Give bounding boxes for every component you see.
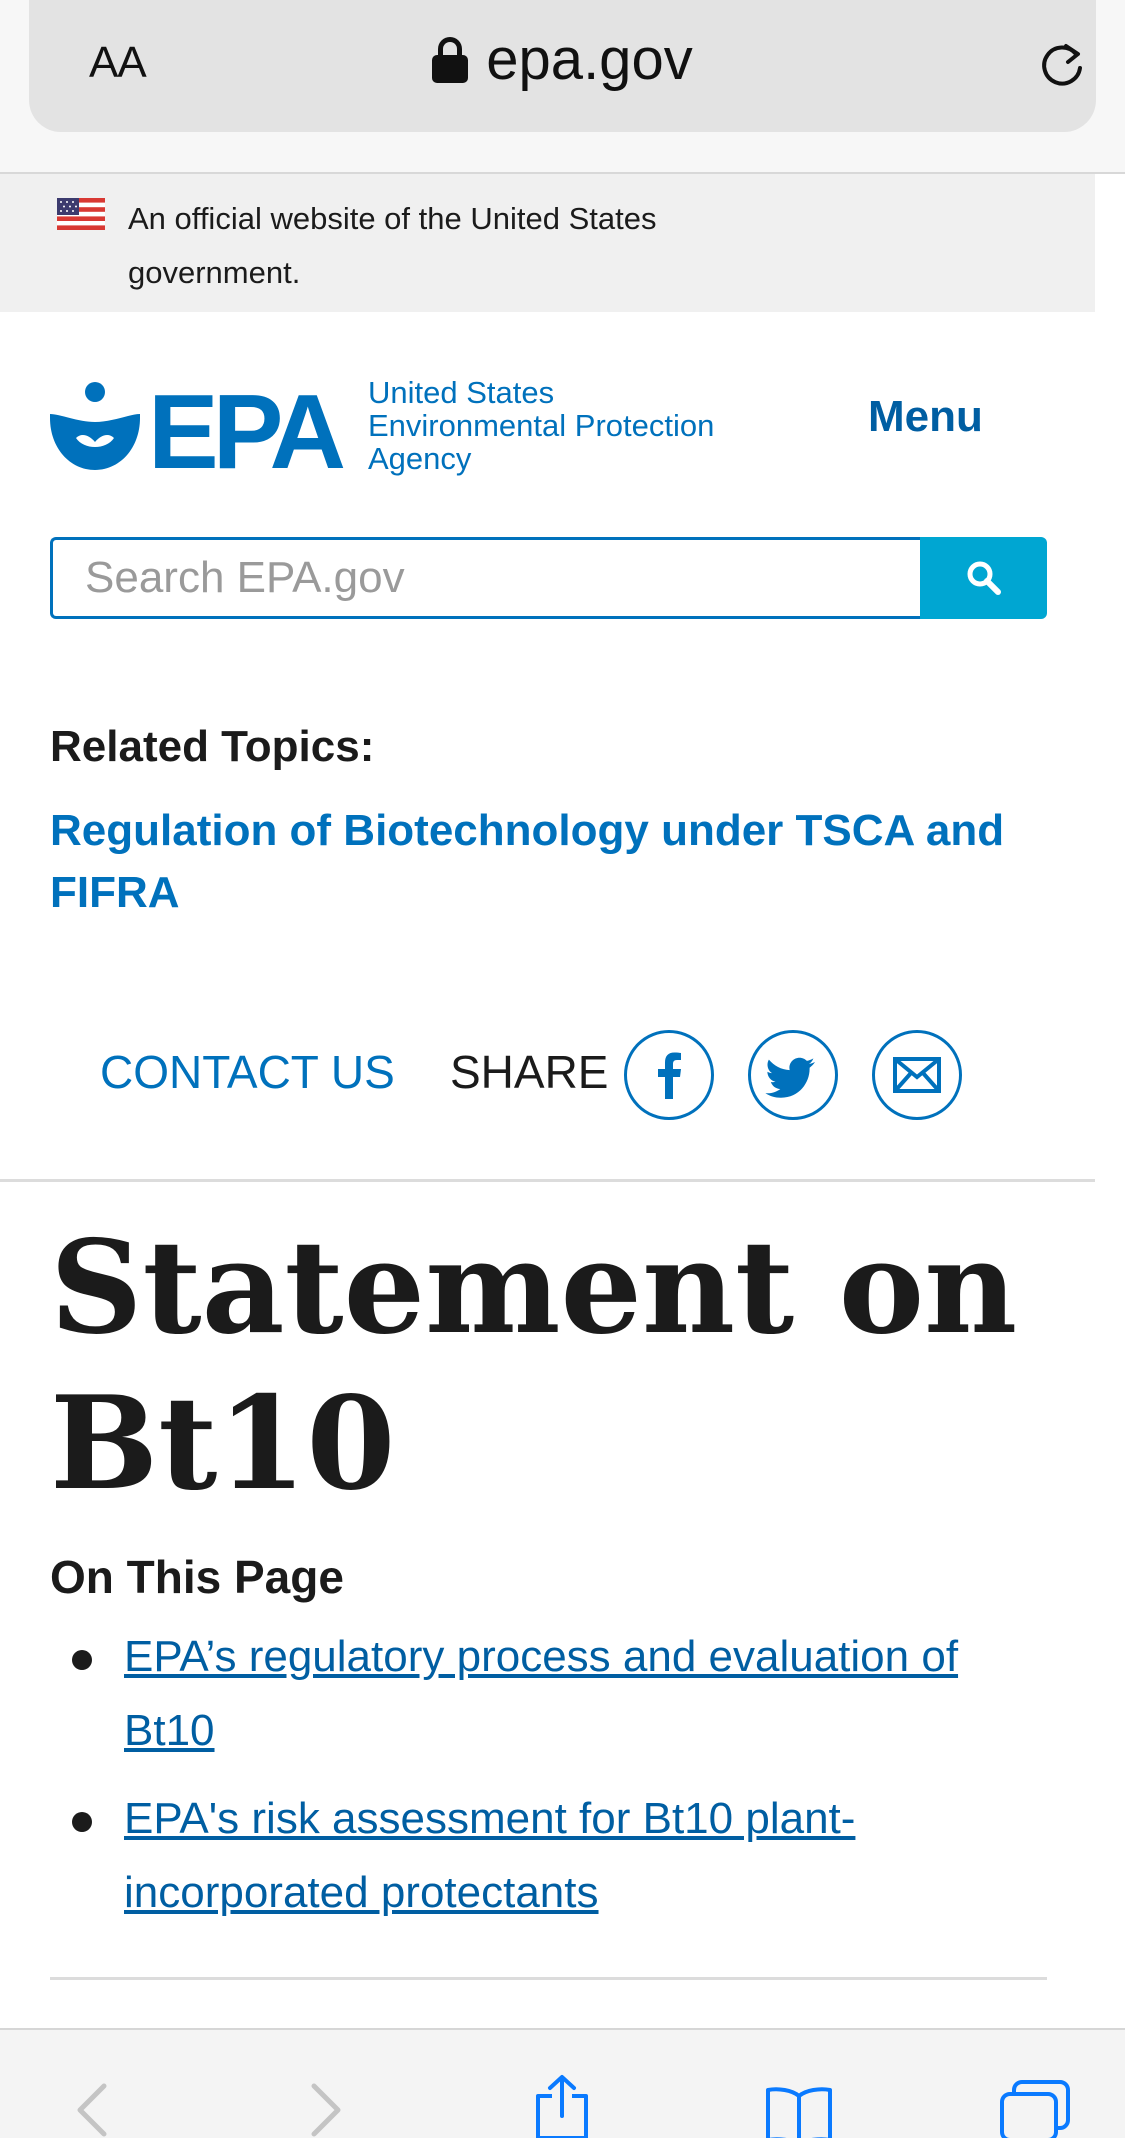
contact-us-link[interactable]: CONTACT US bbox=[100, 1045, 395, 1099]
facebook-icon bbox=[658, 1052, 681, 1099]
divider bbox=[50, 1977, 1047, 1980]
email-icon bbox=[893, 1057, 941, 1093]
epa-logo[interactable]: EPA bbox=[50, 378, 350, 474]
page-title: Statement on Bt10 bbox=[50, 1213, 1018, 1519]
back-icon[interactable] bbox=[72, 2080, 112, 2138]
agency-name-line: United States bbox=[368, 375, 555, 410]
list-item: EPA’s regulatory process and evaluation … bbox=[50, 1620, 1050, 1768]
browser-address-area: AA epa.gov bbox=[0, 0, 1125, 174]
official-gov-banner: An official website of the United States… bbox=[0, 174, 1095, 312]
twitter-share-button[interactable] bbox=[748, 1030, 838, 1120]
search-icon bbox=[967, 561, 1001, 595]
menu-button[interactable]: Menu bbox=[868, 392, 983, 442]
official-gov-text: An official website of the United States… bbox=[128, 201, 657, 290]
lock-icon bbox=[432, 37, 469, 83]
facebook-share-button[interactable] bbox=[624, 1030, 714, 1120]
epa-logo-text: EPA bbox=[148, 378, 344, 474]
search-button[interactable] bbox=[920, 537, 1047, 619]
tabs-icon[interactable] bbox=[998, 2080, 1072, 2138]
divider bbox=[0, 1179, 1095, 1182]
share-label: SHARE bbox=[450, 1046, 609, 1098]
related-topics-heading: Related Topics: bbox=[50, 722, 375, 771]
bookmarks-icon[interactable] bbox=[764, 2086, 834, 2138]
browser-toolbar bbox=[0, 2028, 1125, 2138]
share-icon[interactable] bbox=[530, 2074, 594, 2138]
list-item: EPA's risk assessment for Bt10 plant-inc… bbox=[50, 1782, 1050, 1930]
twitter-icon bbox=[765, 1057, 815, 1098]
agency-name-line: Environmental Protection bbox=[368, 408, 715, 443]
url-display[interactable]: epa.gov bbox=[29, 26, 1096, 93]
email-share-button[interactable] bbox=[872, 1030, 962, 1120]
agency-name-line: Agency bbox=[368, 441, 472, 476]
agency-name: United States Environmental Protection A… bbox=[368, 376, 768, 475]
bullet-icon bbox=[72, 1650, 92, 1670]
toc-link[interactable]: EPA's risk assessment for Bt10 plant-inc… bbox=[124, 1794, 855, 1917]
bullet-icon bbox=[72, 1812, 92, 1832]
on-this-page-list: EPA’s regulatory process and evaluation … bbox=[50, 1620, 1050, 1944]
toc-link[interactable]: EPA’s regulatory process and evaluation … bbox=[124, 1632, 958, 1755]
url-bar[interactable]: AA epa.gov bbox=[29, 0, 1096, 132]
on-this-page-heading: On This Page bbox=[50, 1551, 344, 1603]
forward-icon[interactable] bbox=[306, 2080, 346, 2138]
us-flag-icon bbox=[57, 198, 105, 230]
search-form bbox=[50, 537, 1047, 619]
url-text: epa.gov bbox=[486, 27, 693, 92]
page: AA epa.gov An official website of the Un… bbox=[0, 0, 1125, 2138]
related-topic-link[interactable]: Regulation of Biotechnology under TSCA a… bbox=[50, 800, 1060, 924]
reload-icon[interactable] bbox=[1036, 40, 1088, 92]
search-input[interactable] bbox=[50, 537, 921, 619]
